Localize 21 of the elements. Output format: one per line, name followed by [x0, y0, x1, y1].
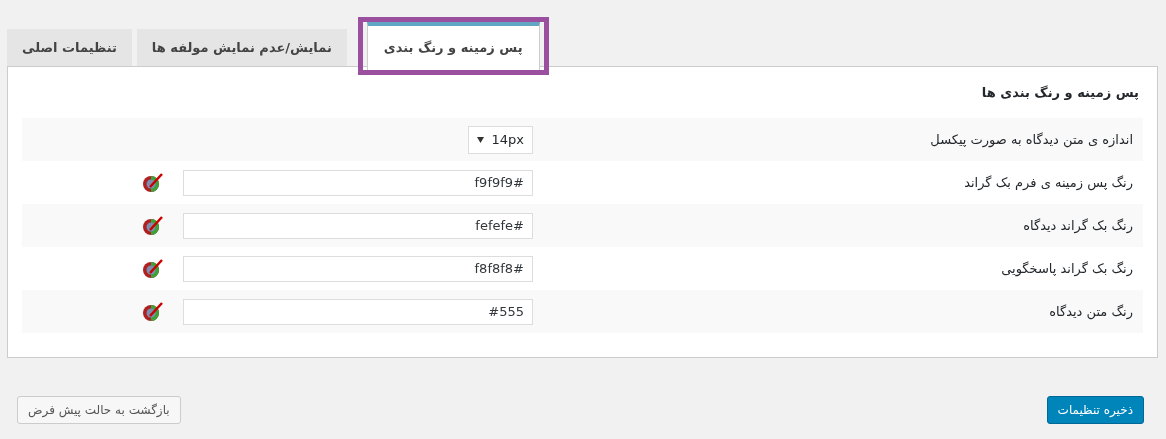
tab[interactable]: تنظیمات اصلی	[7, 29, 132, 66]
setting-label: رنگ بک گراند دیدگاه	[1022, 218, 1133, 233]
color-input-field[interactable]: #f8f8f8	[183, 255, 533, 282]
color-input-field[interactable]: #f9f9f9	[183, 169, 533, 196]
setting-label: اندازه ی متن دیدگاه به صورت پیکسل	[929, 132, 1133, 147]
tab[interactable]: نمایش/عدم نمایش مولفه ها	[136, 29, 347, 66]
setting-label: رنگ بک گراند پاسخگویی	[1000, 261, 1133, 276]
tab[interactable]: پس زمینه و رنگ بندی	[366, 22, 540, 70]
color-input-field[interactable]: #555	[183, 298, 533, 325]
caret-icon	[476, 136, 484, 143]
section-title: پس زمینه و رنگ بندی ها	[980, 85, 1139, 100]
color-picker-icon[interactable]	[142, 215, 164, 236]
reset-button[interactable]: بازگشت به حالت پیش فرض	[17, 396, 181, 424]
color-picker-icon[interactable]	[142, 258, 164, 279]
setting-label: رنگ متن دیدگاه	[1048, 304, 1133, 319]
color-input-field[interactable]: #fefefe	[183, 212, 533, 239]
size-dropdown[interactable]: 14px	[467, 125, 533, 154]
setting-label: رنگ پس زمینه ی فرم بک گراند	[963, 175, 1133, 190]
color-picker-icon[interactable]	[142, 172, 164, 193]
save-button[interactable]: ذخیره تنظیمات	[1046, 396, 1144, 424]
color-picker-icon[interactable]	[142, 301, 164, 322]
